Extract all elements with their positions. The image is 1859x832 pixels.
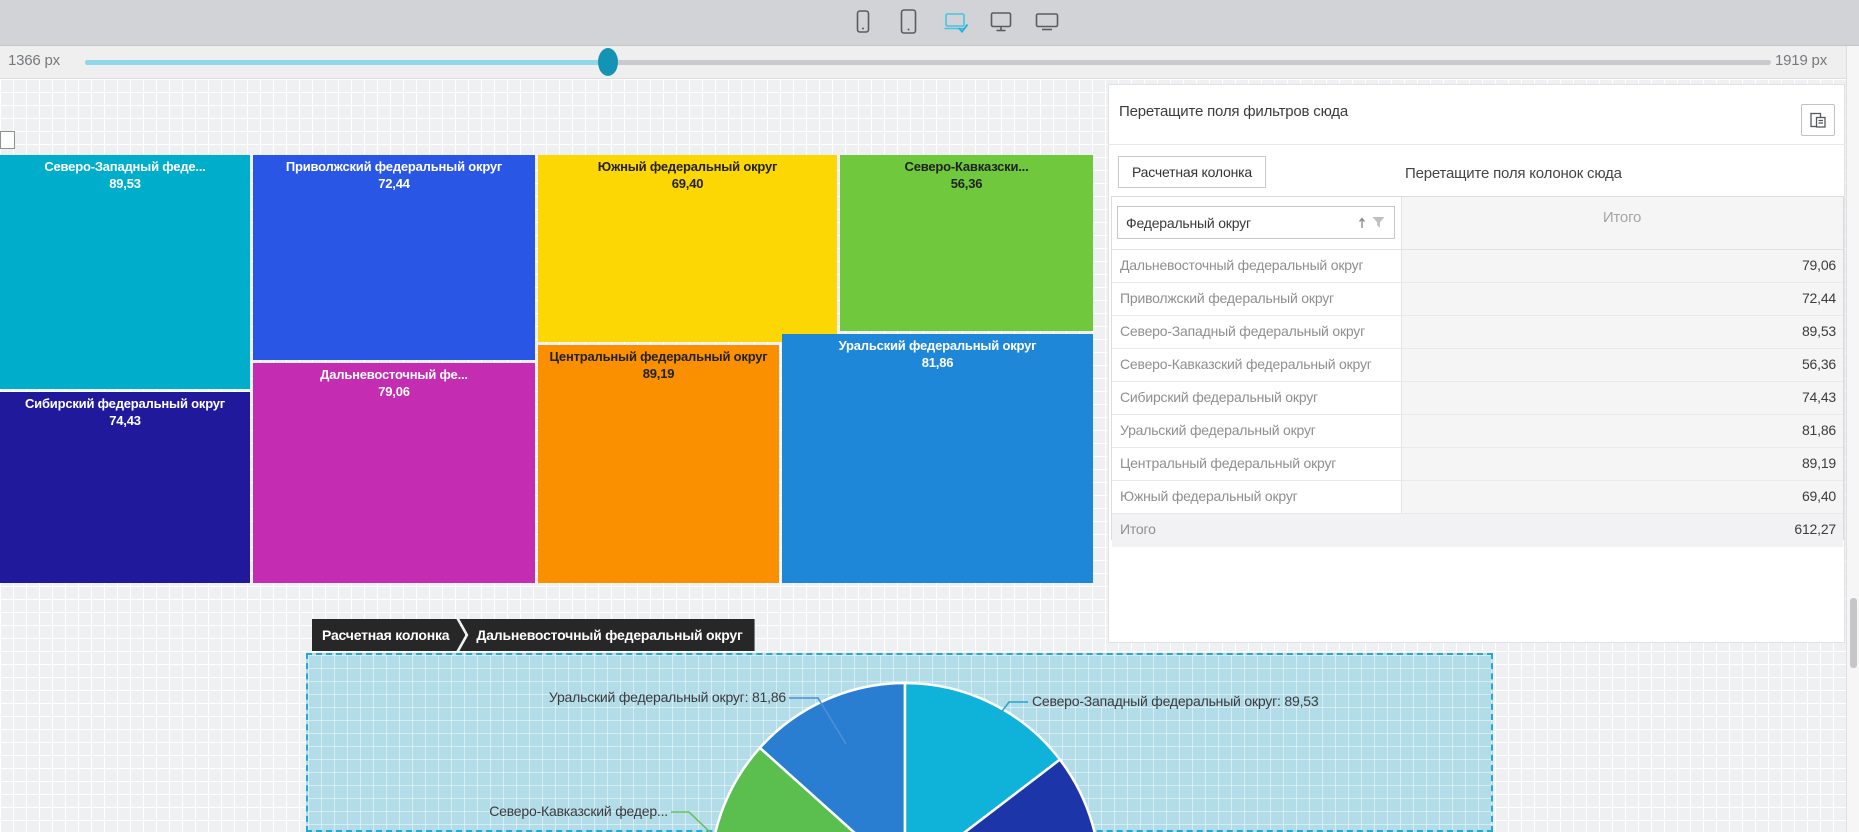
row-field-label: Федеральный округ [1126,215,1357,231]
pie-callout-label: Уральский федеральный округ: 81,86 [549,689,786,705]
treemap-tile[interactable]: Приволжский федеральный округ72,44 [253,155,535,360]
pivot-row[interactable]: Центральный федеральный округ89,19 [1112,448,1843,481]
tablet-icon[interactable] [896,6,922,38]
slider-fill [85,60,608,65]
treemap-tile[interactable]: Уральский федеральный округ81,86 [782,334,1093,583]
pivot-row[interactable]: Северо-Западный федеральный округ89,53 [1112,316,1843,349]
pie-callout-label: Северо-Западный федеральный округ: 89,53 [1032,693,1318,709]
pivot-rows: Дальневосточный федеральный округ79,06Пр… [1112,250,1843,514]
width-slider-bar: 1366 px 1919 px [0,46,1859,79]
breadcrumb-item[interactable]: Дальневосточный федеральный округ [459,619,754,651]
breadcrumb: Расчетная колонка Дальневосточный федера… [312,619,755,651]
laptop-icon[interactable] [942,6,968,38]
slider-track[interactable] [85,60,1771,65]
pie-widget-selection[interactable] [306,653,1493,832]
widget-resize-handle[interactable] [0,131,15,149]
pivot-row[interactable]: Приволжский федеральный округ72,44 [1112,283,1843,316]
device-switcher [850,6,1060,38]
pivot-field-panel: Перетащите поля фильтров сюда Расчетная … [1108,84,1845,643]
columns-area-hint: Перетащите поля колонок сюда [1405,165,1622,182]
slider-min-label: 1366 px [8,52,60,69]
pivot-row[interactable]: Дальневосточный федеральный округ79,06 [1112,250,1843,283]
panel-separator [1109,144,1844,145]
funnel-icon[interactable] [1371,216,1386,229]
pivot-row[interactable]: Сибирский федеральный округ74,43 [1112,382,1843,415]
pivot-header: Федеральный округ Итого [1112,197,1843,250]
pivot-row[interactable]: Уральский федеральный округ81,86 [1112,415,1843,448]
pie-callout-label: Северо-Кавказский федер... [489,803,668,819]
device-preview-bar [0,0,1859,46]
total-row-label: Итого [1120,514,1156,545]
data-field-chip[interactable]: Расчетная колонка [1118,156,1266,188]
treemap-tile[interactable]: Дальневосточный фе...79,06 [253,363,535,583]
scrollbar-thumb[interactable] [1850,598,1857,668]
treemap-tile[interactable]: Сибирский федеральный округ74,43 [0,392,250,583]
filter-area-hint: Перетащите поля фильтров сюда [1119,103,1348,120]
field-chooser-button[interactable] [1801,104,1835,136]
breadcrumb-item[interactable]: Расчетная колонка [312,619,465,651]
treemap-tile[interactable]: Южный федеральный округ69,40 [538,155,837,342]
row-field-chip[interactable]: Федеральный округ [1117,206,1395,239]
treemap-tile[interactable]: Северо-Западный феде...89,53 [0,155,250,389]
slider-max-label: 1919 px [1775,52,1827,69]
treemap-tile[interactable]: Центральный федеральный округ89,19 [538,345,779,583]
total-row-value: 612,27 [1794,514,1836,545]
pivot-total-row: Итого 612,27 [1112,514,1843,547]
field-chooser-icon [1809,111,1827,129]
pivot-row[interactable]: Северо-Кавказский федеральный округ56,36 [1112,349,1843,382]
pivot-row[interactable]: Южный федеральный округ69,40 [1112,481,1843,514]
pivot-table: Федеральный округ Итого Дальневосточный … [1111,196,1844,540]
treemap-tile[interactable]: Северо-Кавказски...56,36 [840,155,1093,331]
widescreen-monitor-icon[interactable] [1034,6,1060,38]
phone-icon[interactable] [850,6,876,38]
sort-up-arrow-icon[interactable] [1357,216,1367,230]
desktop-monitor-icon[interactable] [988,6,1014,38]
vertical-scrollbar[interactable] [1846,46,1859,832]
slider-thumb[interactable] [598,48,618,76]
